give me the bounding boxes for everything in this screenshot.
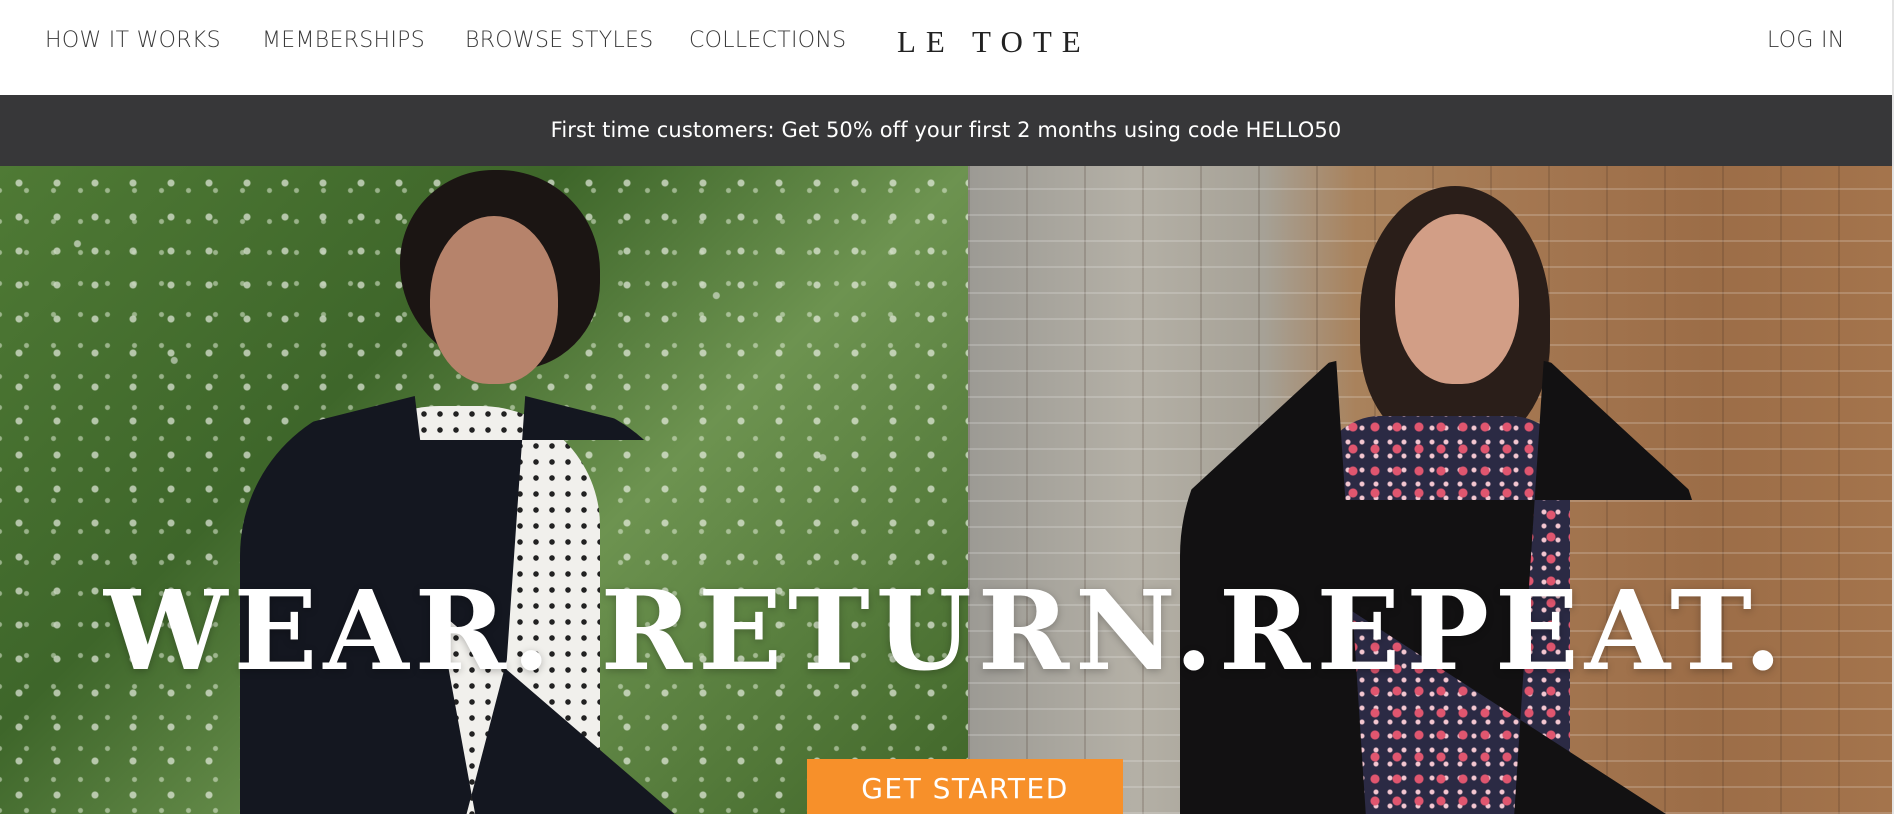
hero-section: WEAR. RETURN.REPEAT. GET STARTED [0, 166, 1892, 814]
hero-headline: WEAR. RETURN.REPEAT. [103, 566, 1789, 695]
model-left-face [430, 216, 558, 384]
brand-logo[interactable]: LE TOTE [897, 22, 1091, 62]
promo-banner: First time customers: Get 50% off your f… [0, 95, 1892, 166]
model-right-face [1395, 214, 1519, 384]
nav-how-it-works[interactable]: HOW IT WORKS [45, 24, 221, 58]
nav-memberships[interactable]: MEMBERSHIPS [262, 24, 425, 58]
get-started-button[interactable]: GET STARTED [807, 759, 1123, 814]
login-link[interactable]: LOG IN [1767, 24, 1845, 58]
page: HOW IT WORKS MEMBERSHIPS BROWSE STYLES C… [0, 0, 1894, 814]
nav-browse-styles[interactable]: BROWSE STYLES [465, 24, 653, 58]
nav-collections[interactable]: COLLECTIONS [689, 24, 846, 58]
site-header: HOW IT WORKS MEMBERSHIPS BROWSE STYLES C… [0, 0, 1894, 95]
